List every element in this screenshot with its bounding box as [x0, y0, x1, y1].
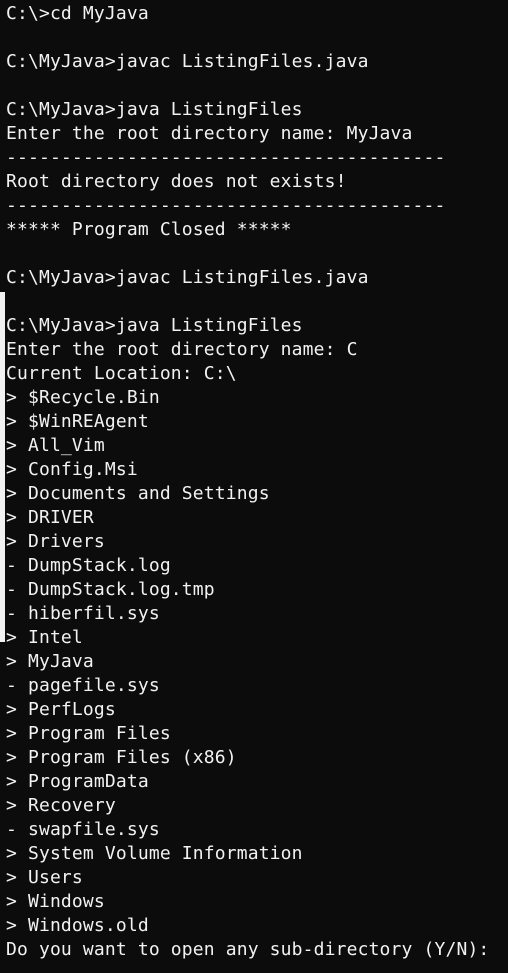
file-entry: - hiberfil.sys — [6, 603, 160, 624]
directory-entry: > All_Vim — [6, 435, 105, 456]
console-line: Current Location: C:\ — [6, 363, 237, 384]
directory-entry: > ProgramData — [6, 771, 149, 792]
file-entry: - DumpStack.log.tmp — [6, 579, 215, 600]
console-line: ***** Program Closed ***** — [6, 219, 292, 240]
file-entry: - pagefile.sys — [6, 675, 160, 696]
console-line: C:\>cd MyJava — [6, 3, 149, 24]
directory-entry: > Program Files (x86) — [6, 747, 237, 768]
directory-entry: > Program Files — [6, 723, 171, 744]
console-line: ---------------------------------------- — [6, 195, 446, 216]
directory-entry: > Windows — [6, 891, 105, 912]
directory-entry: > Users — [6, 867, 83, 888]
directory-entry: > Recovery — [6, 795, 116, 816]
directory-entry: > MyJava — [6, 651, 94, 672]
directory-entry: > PerfLogs — [6, 699, 116, 720]
directory-entry: > $Recycle.Bin — [6, 387, 160, 408]
console-line: ---------------------------------------- — [6, 147, 446, 168]
directory-entry: > Config.Msi — [6, 459, 138, 480]
directory-entry: > Windows.old — [6, 915, 149, 936]
console-line: C:\MyJava>java ListingFiles — [6, 99, 303, 120]
console-window[interactable]: C:\>cd MyJava C:\MyJava>javac ListingFil… — [0, 0, 508, 973]
console-line: Enter the root directory name: MyJava — [6, 123, 413, 144]
directory-entry: > Drivers — [6, 531, 105, 552]
directory-entry: > $WinREAgent — [6, 411, 149, 432]
console-line: Root directory does not exists! — [6, 171, 347, 192]
console-line: C:\MyJava>javac ListingFiles.java — [6, 267, 369, 288]
directory-entry: > Intel — [6, 627, 83, 648]
directory-entry: > Documents and Settings — [6, 483, 270, 504]
directory-entry: > System Volume Information — [6, 843, 303, 864]
directory-entry: > DRIVER — [6, 507, 94, 528]
console-prompt: Do you want to open any sub-directory (Y… — [6, 939, 501, 960]
console-line: C:\MyJava>javac ListingFiles.java — [6, 51, 369, 72]
file-entry: - DumpStack.log — [6, 555, 171, 576]
console-line: Enter the root directory name: C — [6, 339, 358, 360]
background-window-edge — [0, 292, 5, 642]
file-entry: - swapfile.sys — [6, 819, 160, 840]
console-line: C:\MyJava>java ListingFiles — [6, 315, 303, 336]
